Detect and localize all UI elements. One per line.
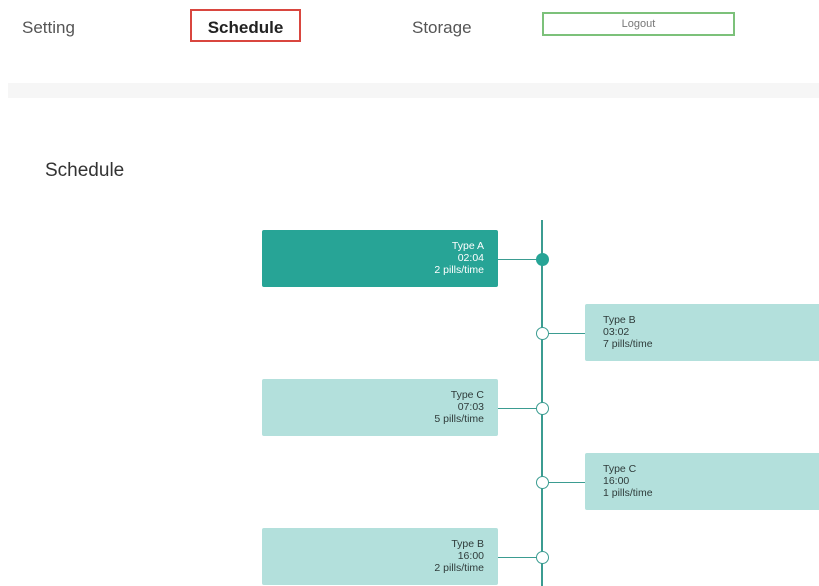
timeline-marker [536,327,549,340]
timeline-marker [536,551,549,564]
event-dose: 2 pills/time [434,562,484,574]
schedule-event-card[interactable]: Type B 03:02 7 pills/time [585,304,819,361]
schedule-event-card[interactable]: Type A 02:04 2 pills/time [262,230,498,287]
event-time: 07:03 [457,401,484,413]
event-time: 03:02 [603,326,630,338]
event-time: 02:04 [457,252,484,264]
schedule-event-card[interactable]: Type C 16:00 1 pills/time [585,453,819,510]
timeline-marker [536,476,549,489]
event-dose: 2 pills/time [434,264,484,276]
schedule-timeline: Type A 02:04 2 pills/time Type B 03:02 7 pill… [0,0,819,586]
schedule-event-card[interactable]: Type B 16:00 2 pills/time [262,528,498,585]
timeline-marker [536,402,549,415]
event-type: Type C [450,389,484,401]
event-time: 16:00 [457,550,484,562]
schedule-event-card[interactable]: Type C 07:03 5 pills/time [262,379,498,436]
event-type: Type B [451,538,484,550]
event-dose: 1 pills/time [603,487,653,499]
event-type: Type A [451,240,484,252]
event-type: Type B [603,314,636,326]
event-type: Type C [603,463,637,475]
event-dose: 7 pills/time [603,338,653,350]
event-dose: 5 pills/time [434,413,484,425]
event-time: 16:00 [603,475,630,487]
timeline-marker [536,253,549,266]
